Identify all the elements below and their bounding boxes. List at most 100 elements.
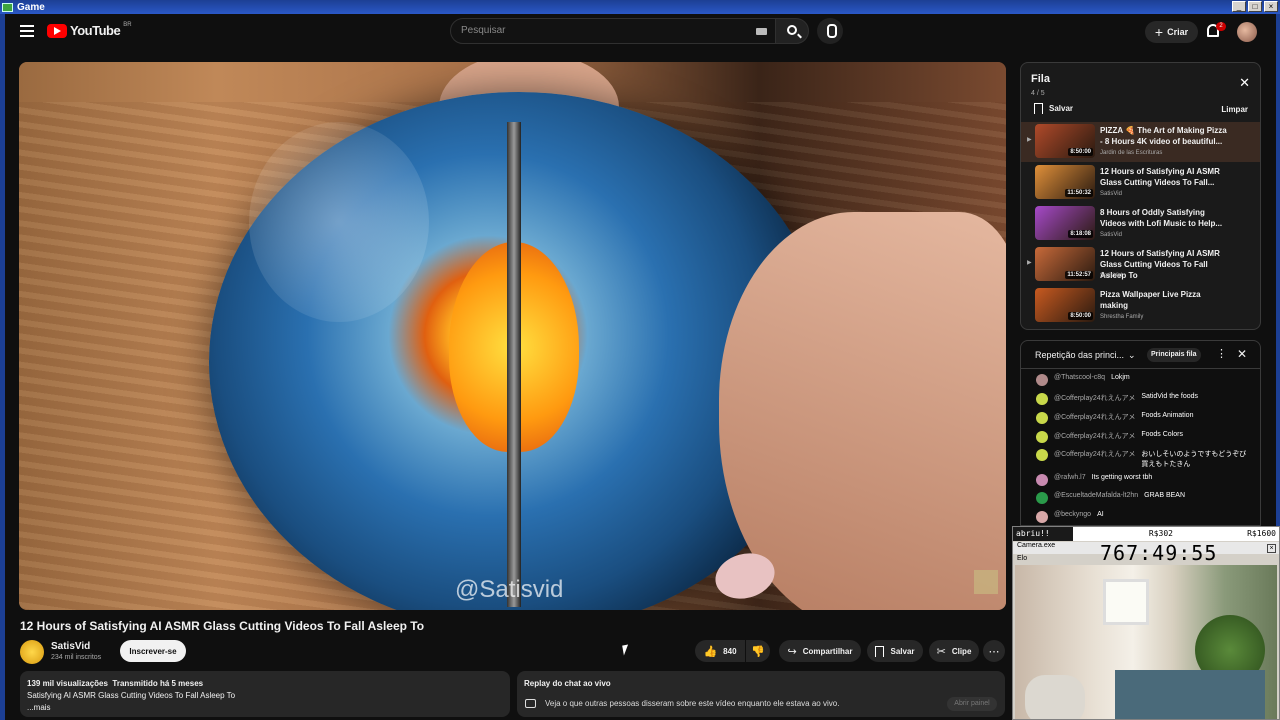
- queue-save-button[interactable]: Salvar: [1034, 103, 1073, 114]
- queue-thumbnail[interactable]: 8:50:00: [1035, 124, 1095, 158]
- share-label: Compartilhar: [802, 646, 853, 656]
- chat-avatar[interactable]: [1036, 431, 1048, 443]
- save-button[interactable]: Salvar: [867, 640, 923, 662]
- chat-avatar[interactable]: [1036, 393, 1048, 405]
- queue-duration: 8:18:08: [1068, 230, 1093, 238]
- minimize-button[interactable]: _: [1232, 1, 1246, 12]
- drag-handle-icon[interactable]: ▶: [1027, 136, 1032, 143]
- queue-item-channel: SatisVid: [1100, 191, 1122, 197]
- queue-count: 4 / 5: [1031, 90, 1045, 97]
- queue-item-channel: SatisVid: [1100, 273, 1122, 279]
- webcam-desk: [1115, 670, 1265, 719]
- chat-avatar[interactable]: [1036, 511, 1048, 523]
- like-button[interactable]: 👍 840: [695, 640, 745, 662]
- queue-item-title[interactable]: Pizza Wallpaper Live Pizza making: [1100, 289, 1230, 311]
- live-chat-panel: Repetição das princi... ⌄ Principais fila…: [1020, 340, 1261, 526]
- maximize-button[interactable]: □: [1248, 1, 1262, 12]
- description-text: Satisfying AI ASMR Glass Cutting Videos …: [27, 691, 236, 700]
- chat-message: @Cofferplay24れえんアメ Foods Animation: [1036, 412, 1251, 428]
- video-watermark: @Satisvid: [455, 576, 564, 603]
- video-hand-right: [719, 212, 1006, 610]
- more-icon[interactable]: ⋮: [1216, 347, 1227, 360]
- close-window-button[interactable]: ×: [1264, 1, 1278, 12]
- queue-item-title[interactable]: 8 Hours of Oddly Satisfying Videos with …: [1100, 207, 1230, 229]
- share-icon: ↪: [787, 645, 797, 658]
- chat-author[interactable]: @beckyngo: [1054, 511, 1091, 518]
- queue-clear-button[interactable]: Limpar: [1221, 105, 1248, 114]
- chat-author[interactable]: @Cofferplay24れえんアメ: [1054, 393, 1135, 403]
- mic-icon[interactable]: [817, 18, 843, 44]
- keyboard-icon[interactable]: [756, 28, 767, 35]
- overlay-name: abriu!!: [1013, 527, 1073, 541]
- channel-name[interactable]: SatisVid: [51, 641, 90, 652]
- search-input[interactable]: Pesquisar: [450, 18, 776, 44]
- open-panel-button[interactable]: Abrir painel: [947, 697, 997, 711]
- chat-avatar[interactable]: [1036, 412, 1048, 424]
- chat-author[interactable]: @Cofferplay24れえんアメ: [1054, 449, 1135, 459]
- channel-watermark-icon[interactable]: [974, 570, 998, 594]
- youtube-logo[interactable]: YouTube BR: [47, 22, 132, 38]
- chat-avatar[interactable]: [1036, 474, 1048, 486]
- queue-panel: Fila 4 / 5 ✕ Salvar Limpar ▶ 8:50:00 PIZZA…: [1020, 62, 1261, 330]
- channel-avatar[interactable]: [20, 640, 44, 664]
- queue-item[interactable]: 8:50:00 Pizza Wallpaper Live Pizza making…: [1021, 286, 1260, 326]
- window-title: Game: [17, 1, 45, 13]
- queue-item[interactable]: 8:18:08 8 Hours of Oddly Satisfying Video…: [1021, 204, 1260, 244]
- account-avatar[interactable]: [1237, 22, 1257, 42]
- overlay-mid-value: R$302: [1148, 529, 1173, 538]
- chat-author[interactable]: @EscueltadeMafalda-lt2hn: [1054, 492, 1138, 499]
- queue-thumbnail[interactable]: 8:50:00: [1035, 288, 1095, 322]
- share-button[interactable]: ↪ Compartilhar: [779, 640, 861, 662]
- description-box[interactable]: 139 mil visualizações Transmitido há 5 m…: [20, 671, 510, 717]
- description-more[interactable]: ...mais: [27, 702, 503, 714]
- close-icon[interactable]: ✕: [1239, 75, 1250, 91]
- queue-item[interactable]: ▶ 8:50:00 PIZZA 🍕 The Art of Making Pizza …: [1021, 122, 1260, 162]
- logo-text: YouTube: [70, 23, 121, 38]
- queue-item-title[interactable]: PIZZA 🍕 The Art of Making Pizza - 8 Hour…: [1100, 125, 1230, 147]
- more-actions-button[interactable]: ⋯: [983, 640, 1005, 662]
- create-button[interactable]: + Criar: [1145, 21, 1198, 43]
- queue-item-title[interactable]: 12 Hours of Satisfying AI ASMR Glass Cut…: [1100, 166, 1230, 188]
- queue-item-channel: Jardin de las Escrituras: [1100, 150, 1163, 156]
- save-label: Salvar: [890, 646, 915, 656]
- subscribe-button[interactable]: Inscrever-se: [120, 640, 186, 662]
- chat-mode-label: Repetição das princi...: [1035, 350, 1125, 360]
- youtube-play-icon: [47, 23, 67, 38]
- close-icon[interactable]: ×: [1267, 544, 1276, 553]
- menu-icon[interactable]: [20, 25, 34, 37]
- chat-avatar[interactable]: [1036, 374, 1048, 386]
- queue-thumbnail[interactable]: 11:50:32: [1035, 165, 1095, 199]
- chat-author[interactable]: @Thatscool-c8q: [1054, 374, 1105, 381]
- chat-mode-dropdown[interactable]: Repetição das princi... ⌄: [1035, 350, 1136, 361]
- queue-duration: 8:50:00: [1068, 312, 1093, 320]
- drag-handle-icon[interactable]: ▶: [1027, 259, 1032, 266]
- chat-avatar[interactable]: [1036, 492, 1048, 504]
- search-button[interactable]: [775, 18, 809, 44]
- app-icon: [2, 2, 13, 12]
- chat-filter-chip[interactable]: Principais fila: [1147, 348, 1201, 362]
- close-icon[interactable]: ✕: [1237, 347, 1247, 361]
- dislike-button[interactable]: 👎: [746, 640, 770, 662]
- video-player[interactable]: @Satisvid: [19, 62, 1006, 610]
- chat-text: GRAB BEAN: [1144, 492, 1186, 499]
- search-placeholder: Pesquisar: [461, 25, 506, 36]
- queue-item[interactable]: ▶ 11:52:57 12 Hours of Satisfying AI ASMR …: [1021, 245, 1260, 285]
- top-header: YouTube BR Pesquisar + Criar 2: [5, 14, 1276, 48]
- queue-thumbnail[interactable]: 11:52:57: [1035, 247, 1095, 281]
- chat-text: Its getting worst tbh: [1091, 474, 1153, 481]
- chat-text: Lokjm: [1111, 374, 1130, 381]
- overlay-clock: 767:49:55: [1100, 541, 1218, 565]
- chat-message: @Cofferplay24れえんアメ おいしそいのようですもどうぞび買えもトたきん: [1036, 449, 1251, 468]
- queue-thumbnail[interactable]: 8:18:08: [1035, 206, 1095, 240]
- chat-author[interactable]: @Cofferplay24れえんアメ: [1054, 412, 1135, 422]
- chat-author[interactable]: @Cofferplay24れえんアメ: [1054, 431, 1135, 441]
- queue-item[interactable]: 11:50:32 12 Hours of Satisfying AI ASMR G…: [1021, 163, 1260, 203]
- clip-button[interactable]: ✂ Clipe: [929, 640, 979, 662]
- chat-author[interactable]: @rafwh.l7: [1054, 474, 1086, 481]
- thumbs-up-icon: 👍: [703, 645, 718, 658]
- chat-avatar[interactable]: [1036, 449, 1048, 461]
- bookmark-icon: [875, 645, 885, 657]
- queue-save-label: Salvar: [1049, 104, 1074, 113]
- webcam-chair: [1025, 675, 1085, 719]
- clip-label: Clipe: [951, 646, 972, 656]
